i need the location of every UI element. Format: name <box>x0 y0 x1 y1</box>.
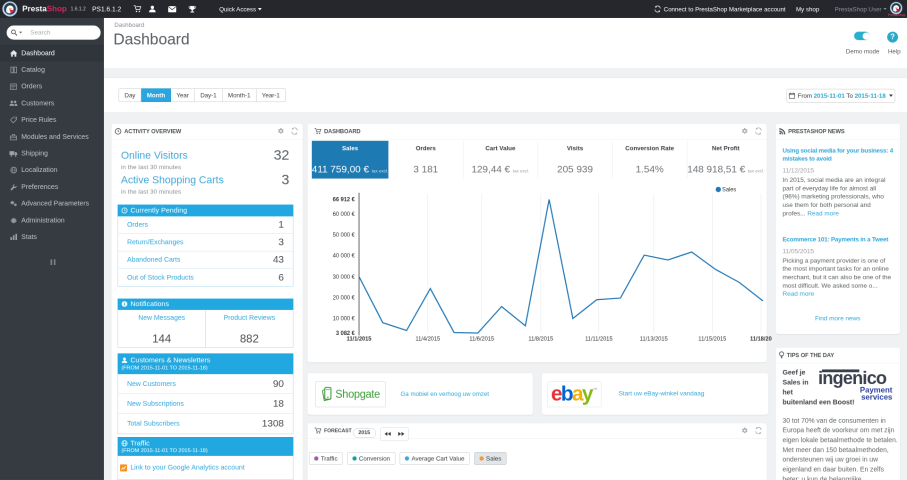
svg-text:66 912 €: 66 912 € <box>333 197 356 203</box>
svg-text:10 000 €: 10 000 € <box>333 316 356 322</box>
svg-text:60 000 €: 60 000 € <box>333 212 356 218</box>
svg-text:11/13/2015: 11/13/2015 <box>640 337 668 343</box>
svg-text:Sales: Sales <box>722 188 736 194</box>
svg-text:11/11/2015: 11/11/2015 <box>585 337 612 343</box>
svg-text:11/15/2015: 11/15/2015 <box>698 337 726 343</box>
svg-text:11/8/2015: 11/8/2015 <box>528 337 553 343</box>
svg-text:11/4/2015: 11/4/2015 <box>415 337 440 343</box>
svg-text:30 000 €: 30 000 € <box>333 275 356 281</box>
svg-text:20 000 €: 20 000 € <box>333 295 356 301</box>
svg-text:11/18/201: 11/18/201 <box>750 337 772 343</box>
svg-text:11/6/2015: 11/6/2015 <box>469 337 494 343</box>
svg-text:50 000 €: 50 000 € <box>333 233 356 239</box>
svg-text:40 000 €: 40 000 € <box>333 254 356 260</box>
svg-text:11/1/2015: 11/1/2015 <box>347 337 372 343</box>
